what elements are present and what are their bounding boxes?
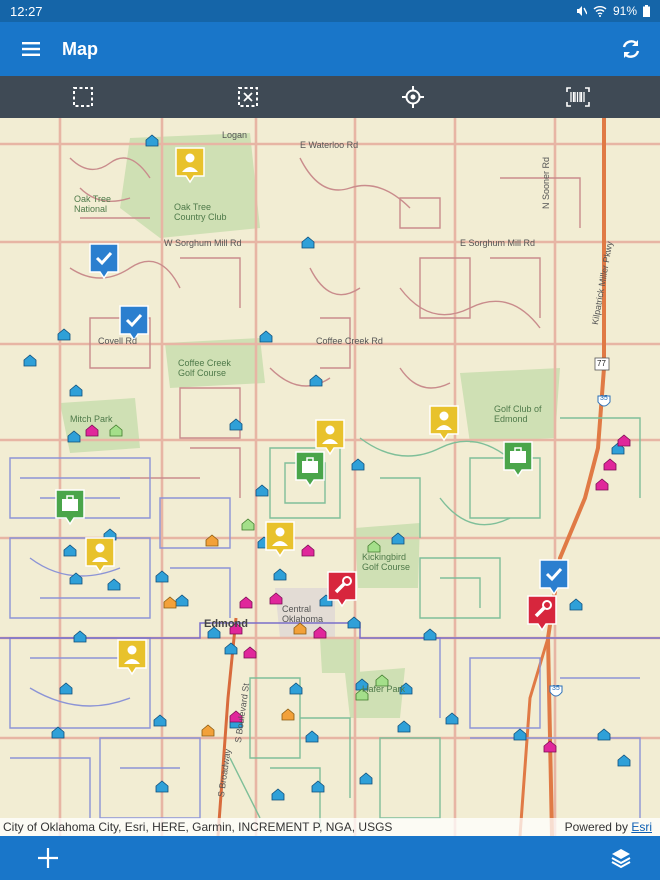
label-oaktree-national: Oak Tree National <box>74 194 112 214</box>
label-hwy77: 77 <box>597 359 606 368</box>
wifi-icon <box>593 6 607 17</box>
label-mitch-park: Mitch Park <box>70 414 113 424</box>
refresh-button[interactable] <box>602 22 660 76</box>
barcode-button[interactable] <box>558 77 598 117</box>
powered-by: Powered by Esri <box>565 820 652 834</box>
mute-icon <box>576 6 587 16</box>
briefcase-marker-2 <box>503 441 533 478</box>
label-hafer-park: Hafer Park <box>362 684 406 694</box>
select-area-button[interactable] <box>63 77 103 117</box>
hamburger-icon <box>22 42 40 56</box>
label-edmond: Edmond <box>204 618 248 630</box>
label-logan: Logan <box>222 130 248 140</box>
map-toolbar <box>0 76 660 118</box>
label-central-oklahoma: Central Oklahoma <box>282 604 324 624</box>
label-waterloo: E Waterloo Rd <box>300 140 359 150</box>
status-icons: 91% <box>575 4 650 18</box>
worker-marker-5 <box>85 537 115 574</box>
map-view[interactable]: Logan E Waterloo Rd Oak Tree National Oa… <box>0 118 660 836</box>
house-markers <box>23 134 631 801</box>
bottom-bar <box>0 836 660 880</box>
status-time: 12:27 <box>10 3 43 19</box>
label-golf-club-edmond: Golf Club of Edmond <box>494 404 542 424</box>
label-covell: Covell Rd <box>98 336 138 346</box>
select-area-icon <box>72 87 93 107</box>
app-bar: Map <box>0 22 660 76</box>
barcode-icon <box>565 87 590 107</box>
basemap <box>0 118 660 836</box>
status-bar: 12:27 91% <box>0 0 660 22</box>
turnpike <box>545 118 606 836</box>
briefcase-marker-1 <box>295 451 325 488</box>
menu-button[interactable] <box>0 22 62 76</box>
clear-selection-icon <box>237 87 258 107</box>
label-sorghum-w: W Sorghum Mill Rd <box>164 238 242 248</box>
label-sorghum-e: E Sorghum Mill Rd <box>460 238 536 248</box>
plus-icon <box>38 848 58 868</box>
add-button[interactable] <box>36 846 60 870</box>
attribution-sources: City of Oklahoma City, Esri, HERE, Garmi… <box>3 820 393 834</box>
battery-icon <box>643 5 650 17</box>
check-marker-1 <box>89 243 119 280</box>
label-kickingbird: Kickingbird Golf Course <box>362 552 411 572</box>
label-hwy35-s: 35 <box>552 685 560 692</box>
check-marker-2 <box>119 305 149 342</box>
map-attribution: City of Oklahoma City, Esri, HERE, Garmi… <box>0 818 660 836</box>
clear-selection-button[interactable] <box>228 77 268 117</box>
check-marker-3 <box>539 559 569 596</box>
refresh-icon <box>622 40 640 58</box>
label-hwy35-n: 35 <box>600 395 608 402</box>
esri-link[interactable]: Esri <box>631 820 652 834</box>
locate-button[interactable] <box>393 77 433 117</box>
label-coffee-creek-golf: Coffee Creek Golf Course <box>178 358 231 378</box>
battery-percent: 91% <box>612 4 637 18</box>
label-sooner: N Sooner Rd <box>541 156 552 210</box>
worker-marker-4 <box>265 521 295 558</box>
park-mitch <box>60 398 140 453</box>
locate-icon <box>401 86 424 108</box>
layers-icon <box>611 849 631 869</box>
label-coffee-creek: Coffee Creek Rd <box>316 336 383 346</box>
powered-by-prefix: Powered by <box>564 820 628 834</box>
worker-marker-6 <box>117 639 147 676</box>
label-oaktree-cc: Oak Tree Country Club <box>174 202 227 222</box>
page-title: Map <box>62 38 98 59</box>
layers-button[interactable] <box>610 847 632 869</box>
